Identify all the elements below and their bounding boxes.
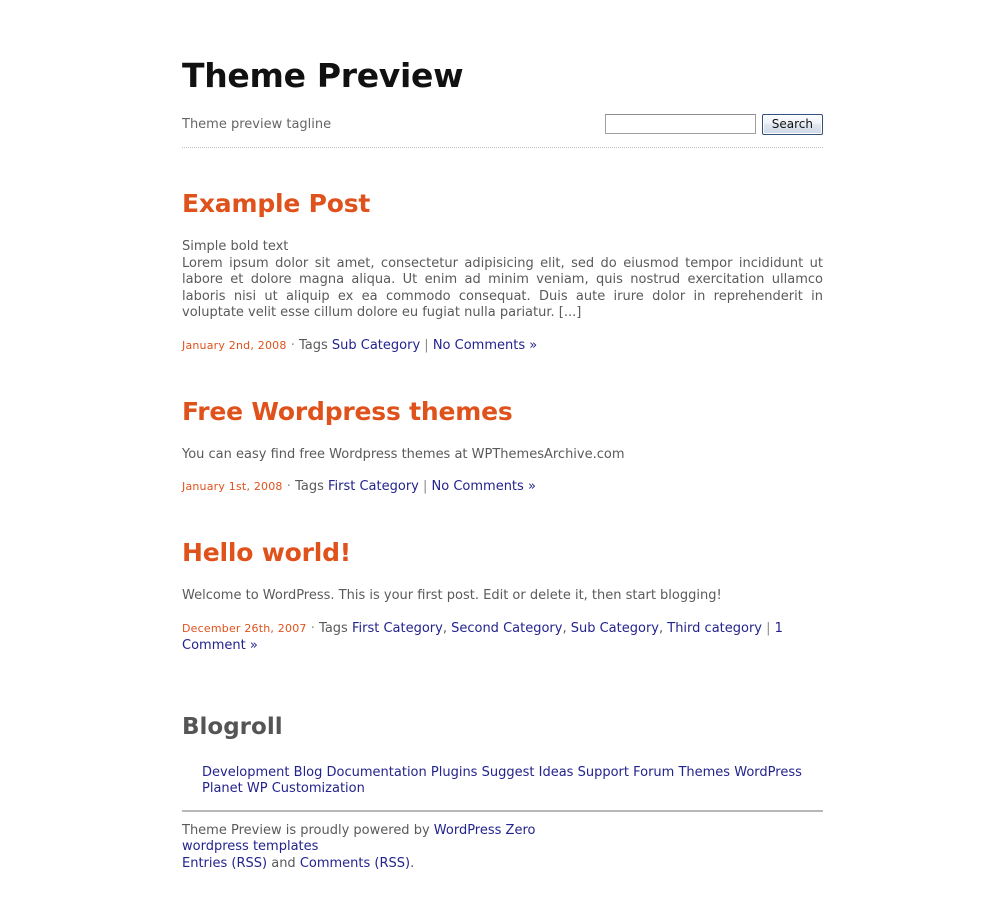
post-title[interactable]: Free Wordpress themes bbox=[182, 397, 823, 426]
tags-label: Tags bbox=[295, 479, 324, 494]
search-form: Search bbox=[604, 113, 823, 135]
search-button[interactable]: Search bbox=[761, 113, 823, 135]
post-title[interactable]: Example Post bbox=[182, 189, 823, 218]
post-date: January 1st, 2008 bbox=[182, 480, 283, 493]
post-tag-link[interactable]: First Category bbox=[328, 479, 419, 494]
page-container: Theme Preview Theme preview tagline Sear… bbox=[182, 0, 823, 872]
post-body: Welcome to WordPress. This is your first… bbox=[182, 588, 823, 605]
post-tag-link[interactable]: First Category bbox=[352, 621, 443, 636]
footer-feeds-line: Entries (RSS) and Comments (RSS). bbox=[182, 856, 823, 873]
post-excerpt: Lorem ipsum dolor sit amet, consectetur … bbox=[182, 255, 823, 321]
blogroll-link[interactable]: Plugins bbox=[431, 765, 478, 780]
footer-powered-prefix: Theme Preview is proudly powered by bbox=[182, 822, 434, 838]
meta-separator-pipe: | bbox=[766, 620, 771, 636]
meta-separator-dot: · bbox=[290, 337, 295, 353]
list-item: Documentation bbox=[327, 765, 431, 780]
footer-period: . bbox=[410, 855, 415, 871]
footer-comments-rss-link[interactable]: Comments (RSS) bbox=[300, 856, 410, 871]
post: Free Wordpress themes You can easy find f… bbox=[182, 397, 823, 496]
post-excerpt: Welcome to WordPress. This is your first… bbox=[182, 588, 722, 603]
footer-divider bbox=[182, 809, 823, 812]
footer-powered-line: Theme Preview is proudly powered by Word… bbox=[182, 823, 823, 840]
list-item: Development Blog bbox=[202, 765, 327, 780]
post-comments-link[interactable]: No Comments » bbox=[433, 338, 537, 353]
post-date: December 26th, 2007 bbox=[182, 621, 307, 635]
list-item: WP Customization bbox=[247, 781, 365, 796]
post-meta: December 26th, 2007 · Tags First Categor… bbox=[182, 620, 783, 653]
post-tag-link[interactable]: Third category bbox=[667, 621, 762, 636]
tags-label: Tags bbox=[319, 620, 348, 636]
post: Example Post Simple bold text Lorem ipsum … bbox=[182, 189, 823, 354]
post-body: You can easy find free Wordpress themes … bbox=[182, 447, 823, 464]
list-item: Suggest Ideas bbox=[482, 765, 578, 780]
post-excerpt: You can easy find free Wordpress themes … bbox=[182, 446, 625, 462]
site-footer: Theme Preview is proudly powered by Word… bbox=[182, 823, 823, 873]
blogroll-title: Blogroll bbox=[182, 713, 283, 740]
search-input[interactable] bbox=[604, 114, 756, 134]
post-meta: January 1st, 2008 · Tags First Category … bbox=[182, 478, 823, 495]
post-tag-link[interactable]: Sub Category bbox=[332, 338, 420, 353]
blogroll-list: Development Blog Documentation Plugins Sugg… bbox=[182, 765, 823, 798]
post-list: Example Post Simple bold text Lorem ipsum … bbox=[182, 189, 823, 654]
post-tag-link[interactable]: Second Category bbox=[451, 621, 562, 636]
list-item: Themes bbox=[678, 765, 734, 780]
site-tagline: Theme preview tagline bbox=[182, 116, 332, 132]
post-lead: Simple bold text bbox=[182, 239, 289, 254]
meta-separator-pipe: | bbox=[423, 479, 428, 494]
site-header: Theme Preview Theme preview tagline Sear… bbox=[182, 0, 823, 148]
meta-separator-pipe: | bbox=[424, 337, 429, 353]
blogroll-link[interactable]: Documentation bbox=[327, 765, 427, 780]
post-title[interactable]: Hello world! bbox=[182, 538, 823, 567]
post-tag-link[interactable]: Sub Category bbox=[571, 621, 659, 636]
post-comments-link[interactable]: No Comments » bbox=[432, 479, 536, 494]
blogroll-link[interactable]: Support Forum bbox=[578, 765, 675, 780]
meta-separator-dot: · bbox=[310, 620, 315, 636]
blogroll-link[interactable]: Development Blog bbox=[202, 765, 322, 780]
list-item: Support Forum bbox=[578, 765, 679, 780]
post-meta: January 2nd, 2008 · Tags Sub Category | … bbox=[182, 337, 823, 354]
page-title: Theme Preview bbox=[182, 56, 464, 95]
blogroll-link[interactable]: Themes bbox=[678, 765, 730, 780]
post-body: Simple bold text Lorem ipsum dolor sit am… bbox=[182, 239, 823, 322]
meta-separator-dot: · bbox=[286, 479, 291, 494]
header-row: Theme preview tagline Search bbox=[182, 113, 823, 135]
footer-entries-rss-link[interactable]: Entries (RSS) bbox=[182, 856, 267, 871]
post: Hello world! Welcome to WordPress. This i… bbox=[182, 538, 823, 654]
footer-templates-line: wordpress templates bbox=[182, 839, 823, 856]
blogroll-link[interactable]: WP Customization bbox=[247, 781, 365, 796]
tags-label: Tags bbox=[298, 337, 328, 353]
footer-wordpress-zero-link[interactable]: WordPress Zero bbox=[434, 823, 536, 838]
blogroll-link[interactable]: Suggest Ideas bbox=[482, 765, 574, 780]
list-item: Plugins bbox=[431, 765, 482, 780]
blogroll-section: Blogroll Development Blog Documentation Pl… bbox=[182, 714, 823, 798]
footer-and-text: and bbox=[267, 855, 300, 871]
footer-wordpress-templates-link[interactable]: wordpress templates bbox=[182, 839, 318, 854]
post-date: January 2nd, 2008 bbox=[182, 338, 287, 352]
